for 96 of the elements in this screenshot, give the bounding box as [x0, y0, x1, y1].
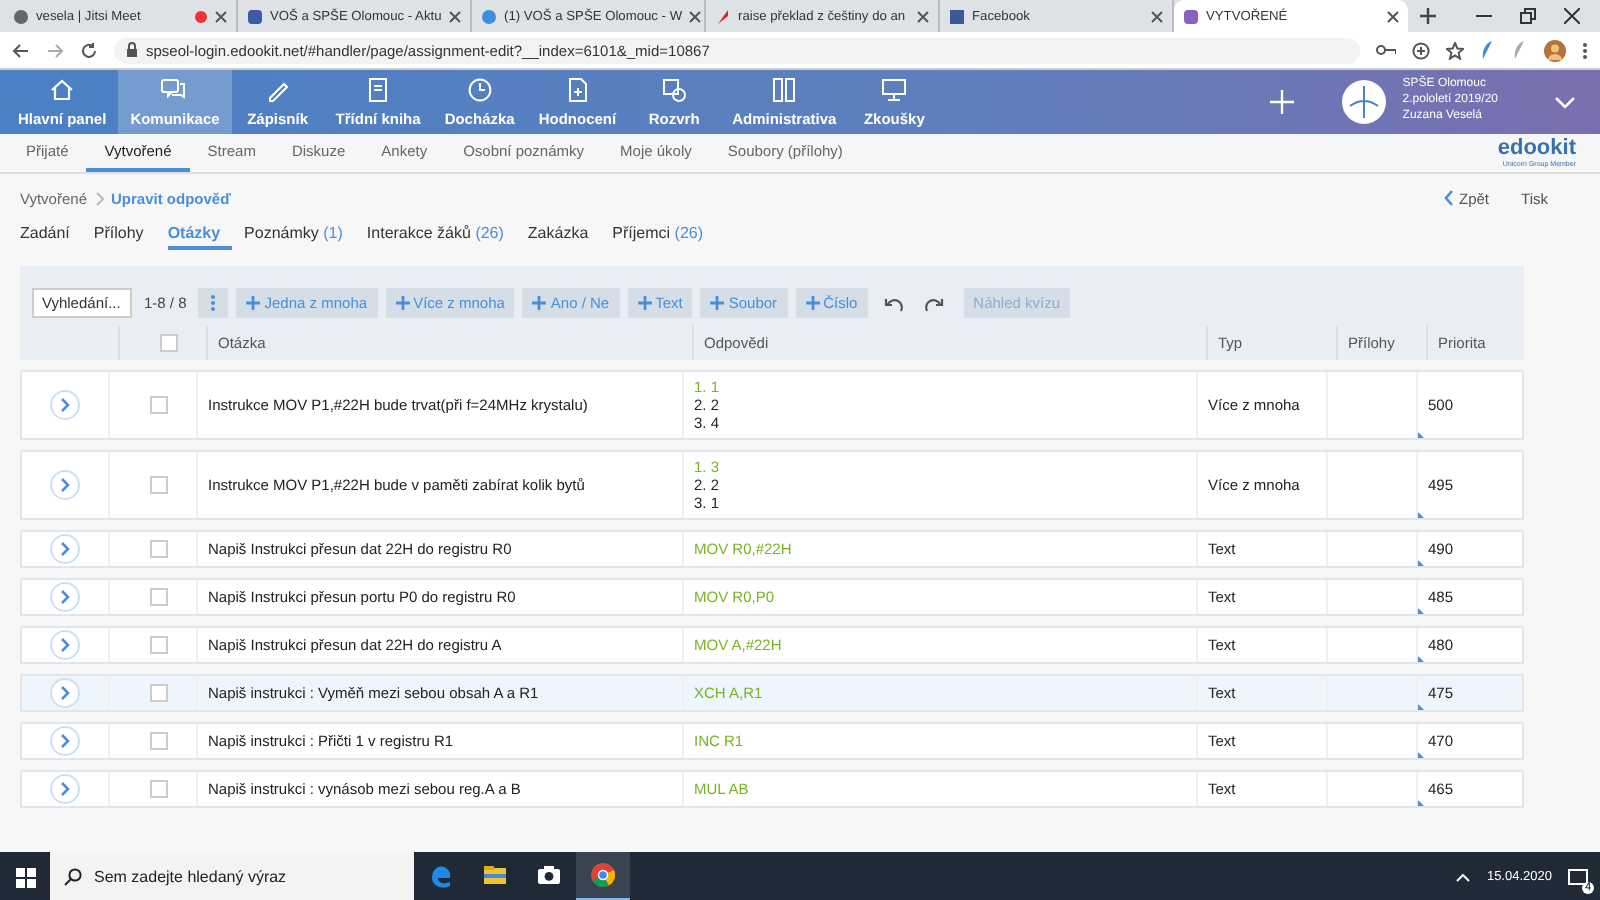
search-icon	[64, 868, 82, 886]
edge-icon[interactable]	[428, 862, 454, 888]
row-checkbox[interactable]	[149, 732, 167, 750]
chevron-right-icon	[60, 782, 70, 796]
open-button[interactable]	[50, 726, 80, 756]
row-checkbox[interactable]	[149, 540, 167, 558]
chevron-right-icon	[60, 686, 70, 700]
site-icon	[246, 7, 264, 25]
chat-icon	[160, 76, 189, 104]
schedule-icon	[660, 76, 689, 104]
select-all-checkbox[interactable]	[159, 334, 177, 352]
close-icon[interactable]	[916, 9, 930, 23]
chevron-left-icon	[1443, 190, 1453, 206]
chevron-right-icon	[60, 638, 70, 652]
folder-icon[interactable]	[482, 862, 508, 888]
document-icon	[563, 76, 592, 104]
menu-icon[interactable]	[1582, 41, 1588, 59]
undo-icon[interactable]	[883, 295, 904, 311]
open-button[interactable]	[50, 678, 80, 708]
corner-mark-icon	[1418, 800, 1424, 806]
plus-icon	[637, 296, 652, 310]
lock-icon	[126, 42, 138, 58]
redo-icon[interactable]	[923, 295, 944, 311]
close-icon[interactable]	[1150, 9, 1164, 23]
chevron-right-icon	[95, 191, 103, 205]
forward-icon[interactable]	[46, 41, 64, 59]
corner-mark-icon	[1418, 560, 1424, 566]
new-tab-icon[interactable]	[1420, 8, 1436, 24]
site-icon	[714, 7, 732, 25]
open-button[interactable]	[50, 390, 80, 420]
chevron-right-icon	[60, 734, 70, 748]
plus-icon[interactable]	[1270, 90, 1295, 114]
section-tab[interactable]: Zakázka	[527, 223, 601, 249]
section-tab[interactable]: Interakce žáků (26)	[366, 223, 516, 249]
plus-icon	[395, 296, 410, 310]
site-icon	[1182, 7, 1200, 25]
plus-icon	[710, 296, 725, 310]
chrome-icon[interactable]	[590, 862, 616, 888]
avatar-icon[interactable]	[1544, 39, 1566, 61]
home-icon	[48, 76, 77, 104]
section-tab[interactable]: Přílohy	[93, 223, 156, 249]
chevron-up-icon[interactable]	[1456, 873, 1471, 881]
taskbar-search-field[interactable]: Sem zadejte hledaný výraz	[50, 852, 414, 900]
open-button[interactable]	[50, 630, 80, 660]
row-checkbox[interactable]	[149, 476, 167, 494]
logo: edookit	[1497, 138, 1576, 160]
open-button[interactable]	[50, 774, 80, 804]
open-button[interactable]	[50, 582, 80, 612]
plus-icon	[805, 296, 820, 310]
monitor-icon	[880, 76, 909, 104]
site-icon	[480, 7, 498, 25]
clock-icon	[465, 76, 494, 104]
row-checkbox[interactable]	[149, 396, 167, 414]
star-icon[interactable]	[1446, 41, 1464, 59]
more-icon	[210, 294, 217, 312]
corner-mark-icon	[1418, 608, 1424, 614]
maximize-icon[interactable]	[1520, 8, 1536, 24]
corner-mark-icon	[1418, 704, 1424, 710]
notification-icon[interactable]	[1568, 867, 1588, 887]
more-button[interactable]	[198, 288, 229, 318]
plus-icon	[246, 296, 261, 310]
reload-icon[interactable]	[80, 41, 98, 59]
book-icon	[364, 76, 393, 104]
site-icon	[12, 7, 30, 25]
close-icon[interactable]	[214, 9, 228, 23]
corner-mark-icon	[1418, 752, 1424, 758]
back-icon[interactable]	[12, 41, 30, 59]
site-icon	[948, 7, 966, 25]
section-tab[interactable]: Zadání	[20, 223, 82, 249]
columns-icon	[770, 76, 799, 104]
chevron-right-icon	[60, 590, 70, 604]
row-checkbox[interactable]	[149, 684, 167, 702]
plus-icon	[532, 296, 547, 310]
chevron-right-icon	[60, 478, 70, 492]
chevron-right-icon	[60, 398, 70, 412]
windows-icon[interactable]	[15, 867, 35, 887]
row-checkbox[interactable]	[149, 780, 167, 798]
add-icon[interactable]	[1412, 41, 1430, 59]
close-icon[interactable]	[448, 9, 462, 23]
close-icon[interactable]	[688, 9, 703, 23]
corner-mark-icon	[1418, 656, 1424, 662]
row-checkbox[interactable]	[149, 588, 167, 606]
chevron-right-icon	[60, 542, 70, 556]
camera-icon[interactable]	[536, 862, 562, 888]
corner-mark-icon	[1418, 512, 1424, 518]
row-checkbox[interactable]	[149, 636, 167, 654]
key-icon[interactable]	[1376, 44, 1396, 56]
close-icon[interactable]	[1386, 9, 1400, 23]
open-button[interactable]	[50, 470, 80, 500]
open-button[interactable]	[50, 534, 80, 564]
section-tab[interactable]: Poznámky (1)	[244, 223, 355, 249]
section-tab[interactable]: Příjemci (26)	[612, 223, 716, 249]
chevron-down-icon[interactable]	[1554, 95, 1576, 109]
school-logo-icon	[1342, 80, 1387, 124]
close-icon[interactable]	[1564, 8, 1580, 24]
corner-mark-icon	[1418, 432, 1424, 438]
